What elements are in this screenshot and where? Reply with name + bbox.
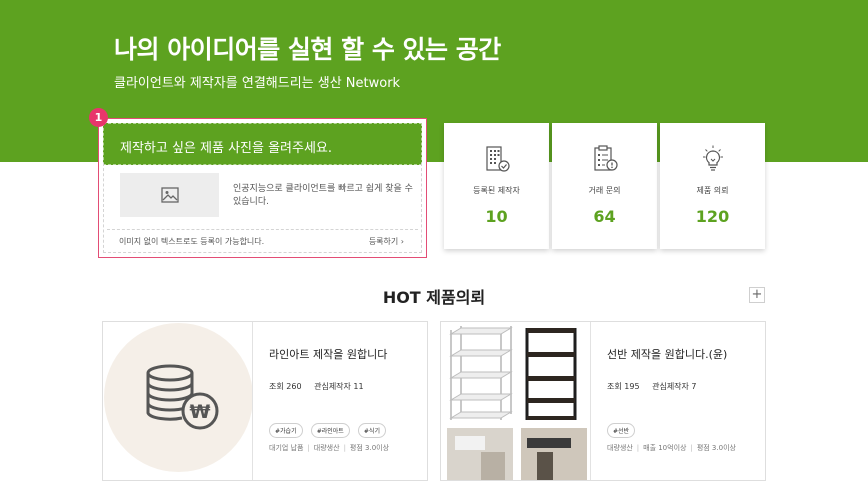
tag[interactable]: #라인아트 xyxy=(310,423,350,438)
hero-subtitle: 클라이언트와 제작자를 연결해드리는 생산 Network xyxy=(114,76,401,91)
divider xyxy=(107,229,418,230)
image-icon xyxy=(160,187,179,203)
shelf-photo-image xyxy=(441,322,591,480)
stat-value: 64 xyxy=(593,207,616,226)
product-card[interactable]: ₩ 라인아트 제작을 원합니다 조회 260 관심제작자 11 #가습기 #라인… xyxy=(102,321,428,481)
condition: 매출 10억이상 xyxy=(643,444,687,452)
product-title[interactable]: 라인아트 제작을 원합니다 xyxy=(269,346,387,362)
stat-label: 거래 문의 xyxy=(588,186,621,195)
upload-heading: 제작하고 싶은 제품 사진을 올려주세요. xyxy=(120,141,333,156)
condition: 대기업 납품 xyxy=(269,444,304,452)
condition: 평점 3.0이상 xyxy=(349,444,390,452)
photo-upload-panel[interactable]: 제작하고 싶은 제품 사진을 올려주세요. 인공지능으로 클라이언트를 빠르고 … xyxy=(98,118,427,258)
tag-list: #선반 xyxy=(607,418,638,438)
divider xyxy=(590,322,591,480)
upload-note: 이미지 없이 텍스트로도 등록이 가능합니다. xyxy=(119,237,265,246)
divider xyxy=(252,322,253,480)
condition: 평점 3.0이상 xyxy=(696,444,736,452)
stat-card-inquiries[interactable]: 거래 문의 64 xyxy=(552,123,657,249)
stat-label: 등록된 제작자 xyxy=(473,186,520,195)
product-meta: 조회 260 관심제작자 11 xyxy=(269,381,374,392)
section-title: HOT 제품의뢰 xyxy=(382,288,486,307)
more-button[interactable]: + xyxy=(749,287,765,303)
tag-list: #가습기 #라인아트 #식기 xyxy=(269,418,389,438)
svg-text:₩: ₩ xyxy=(190,401,211,423)
tag[interactable]: #식기 xyxy=(357,423,386,438)
stat-card-requests[interactable]: 제품 의뢰 120 xyxy=(660,123,765,249)
product-meta: 조회 195 관심제작자 7 xyxy=(607,381,707,392)
lightbulb-icon xyxy=(703,145,723,171)
view-count: 조회 195 xyxy=(607,382,640,391)
stat-card-makers[interactable]: 등록된 제작자 10 xyxy=(444,123,549,249)
stat-label: 제품 의뢰 xyxy=(696,186,729,195)
coin-stack-won-icon: ₩ xyxy=(146,364,219,430)
tag[interactable]: #가습기 xyxy=(269,423,303,438)
interested-count: 관심제작자 11 xyxy=(314,382,364,391)
stat-value: 10 xyxy=(485,207,508,226)
stat-value: 120 xyxy=(695,207,730,226)
hero-title: 나의 아이디어를 실현 할 수 있는 공간 xyxy=(114,35,501,64)
tag[interactable]: #선반 xyxy=(607,423,636,438)
building-check-icon xyxy=(486,146,510,172)
interested-count: 관심제작자 7 xyxy=(652,382,697,391)
condition: 대량생산 xyxy=(607,444,633,452)
product-title[interactable]: 선반 제작을 원합니다.(윤) xyxy=(607,346,727,362)
upload-description: 인공지능으로 클라이언트를 빠르고 쉽게 찾을 수 있습니다. xyxy=(233,184,413,207)
view-count: 조회 260 xyxy=(269,382,302,391)
product-card[interactable]: 선반 제작을 원합니다.(윤) 조회 195 관심제작자 7 #선반 대량생산 |… xyxy=(440,321,766,481)
condition: 대량생산 xyxy=(313,444,340,452)
image-upload-button[interactable] xyxy=(120,173,219,217)
shelf-photo xyxy=(441,322,591,480)
product-conditions: 대기업 납품 | 대량생산 | 평점 3.0이상 xyxy=(269,444,390,452)
clipboard-alert-icon xyxy=(594,145,618,171)
upload-header: 제작하고 싶은 제품 사진을 올려주세요. xyxy=(103,123,422,165)
register-link[interactable]: 등록하기 › xyxy=(369,236,404,247)
product-thumbnail: ₩ xyxy=(104,323,253,480)
step-badge: 1 xyxy=(89,108,108,127)
product-conditions: 대량생산 | 매출 10억이상 | 평점 3.0이상 xyxy=(607,444,736,452)
